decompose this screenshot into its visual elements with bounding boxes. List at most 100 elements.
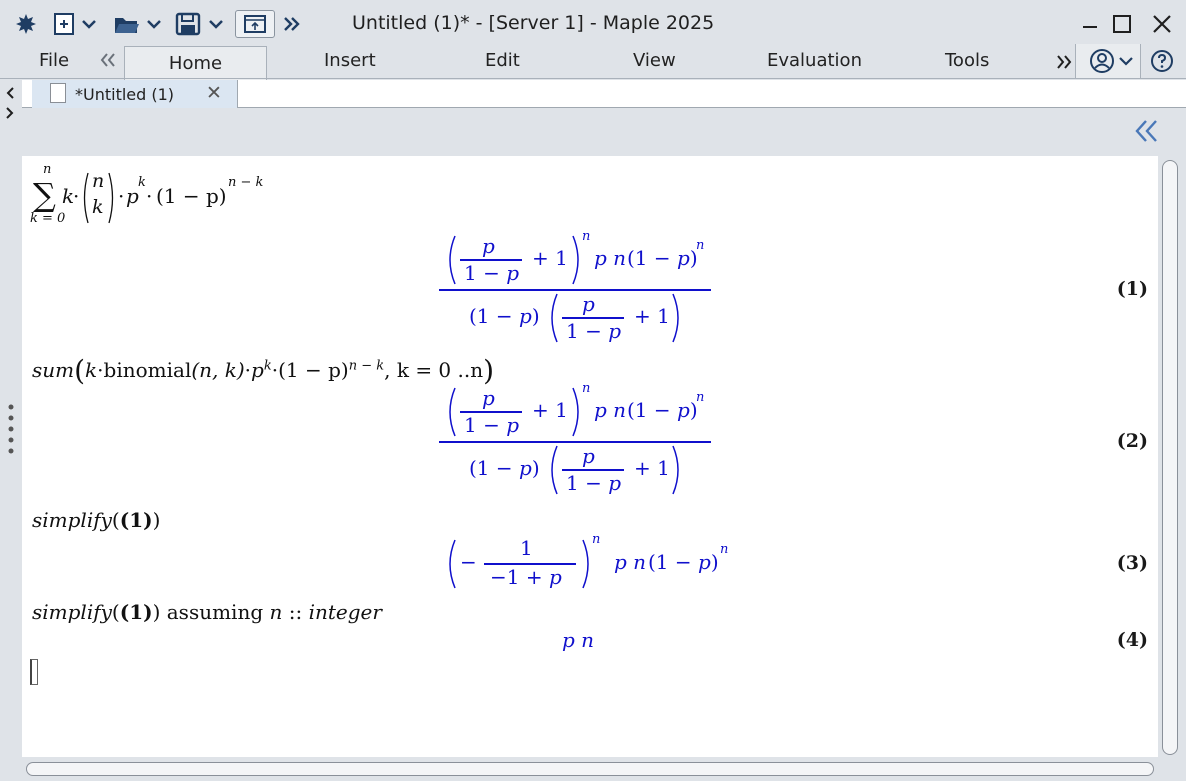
input-cursor[interactable] xyxy=(30,659,38,685)
tab-tools[interactable]: Tools xyxy=(945,50,989,71)
o3-minus: − xyxy=(460,550,477,574)
output-3[interactable]: − 1 −1 + p n p n (1 − p) n xyxy=(442,532,742,596)
input-2[interactable]: sum(k·binomial(n, k)·pk·(1 − p)n − k, k … xyxy=(32,354,494,387)
o1-den-plus1: + 1 xyxy=(634,304,670,328)
o2-1mp: (1 − p) xyxy=(627,398,698,422)
sum-upper: n xyxy=(43,162,52,177)
open-folder-icon xyxy=(115,18,161,33)
equation-label-3: (3) xyxy=(1116,552,1148,574)
export-icon xyxy=(244,15,266,33)
fn-sum: sum xyxy=(32,358,75,382)
exp-nmk: n − k xyxy=(228,175,264,190)
o1-exp-n2: n xyxy=(696,238,705,253)
drag-handle-icon[interactable] xyxy=(8,404,14,454)
minimize-button[interactable] xyxy=(1078,12,1102,36)
worksheet[interactable]: ∑ n k = 0 k · n k · p k · (1 − p) n − k … xyxy=(22,156,1158,757)
o2-den-1mp: (1 − p) xyxy=(469,456,540,480)
scroll-right-icon[interactable] xyxy=(5,106,15,120)
o1-plus1: + 1 xyxy=(532,246,568,270)
title-bar: Untitled (1)* - [Server 1] - Maple 2025 xyxy=(0,0,1186,48)
horizontal-scrollbar[interactable] xyxy=(26,762,1154,776)
o3-frac-num: 1 xyxy=(520,536,533,560)
side-panel-toggles xyxy=(0,82,22,122)
equation-ref: (1) xyxy=(119,508,153,532)
o2-lparen xyxy=(449,387,456,437)
o1-den-1mp: (1 − p) xyxy=(469,304,540,328)
export-button[interactable] xyxy=(235,10,275,38)
binom-top: n xyxy=(92,170,105,192)
exp-k: k xyxy=(138,175,146,190)
o1-1mp: (1 − p) xyxy=(627,246,698,270)
ribbon-divider xyxy=(0,78,1186,79)
tab-view[interactable]: View xyxy=(633,50,676,71)
o3-1mp: (1 − p) xyxy=(648,550,719,574)
open-button[interactable] xyxy=(113,10,163,38)
new-document-button[interactable] xyxy=(53,10,97,38)
window-title: Untitled (1)* - [Server 1] - Maple 2025 xyxy=(352,12,715,34)
scroll-left-icon[interactable] xyxy=(5,86,15,100)
output-1[interactable]: p 1 − p + 1 n p n (1 − p) n (1 − p) p 1 … xyxy=(432,229,732,348)
o1-frac-den: 1 − p xyxy=(464,261,520,285)
maple-leaf-icon[interactable] xyxy=(12,10,40,38)
document-icon xyxy=(50,83,66,103)
save-button[interactable] xyxy=(175,10,225,38)
tab-edit[interactable]: Edit xyxy=(485,50,520,71)
equation-label-2: (2) xyxy=(1116,430,1148,452)
o2-exp-n2: n xyxy=(696,390,705,405)
o3-frac-den: −1 + p xyxy=(490,565,562,589)
document-tab-label: *Untitled (1) xyxy=(75,85,175,104)
save-icon xyxy=(175,12,223,36)
o1-main-bar xyxy=(439,289,711,291)
dot-3: · xyxy=(146,184,153,208)
o1-den-frac-den: 1 − p xyxy=(566,319,622,343)
o1-den-lparen xyxy=(551,293,558,343)
overflow-chevron-icon[interactable] xyxy=(282,10,302,38)
term-1mp: (1 − p) xyxy=(156,184,227,208)
collapse-panel-icon[interactable] xyxy=(1134,119,1160,143)
o2-den-frac-num: p xyxy=(582,444,595,468)
more-tabs-icon[interactable] xyxy=(1056,54,1072,73)
output-2[interactable]: p 1 − p + 1 n p n (1 − p) n (1 − p) p 1 … xyxy=(432,381,732,500)
o2-den-lparen xyxy=(551,445,558,495)
maximize-icon xyxy=(1113,15,1131,33)
right-paren-binom xyxy=(108,172,114,224)
term-p: p xyxy=(126,184,139,208)
close-tab-icon[interactable]: ✕ xyxy=(206,82,222,104)
help-icon[interactable] xyxy=(1150,49,1174,77)
account-icon xyxy=(1090,49,1133,73)
tab-evaluation[interactable]: Evaluation xyxy=(767,50,862,71)
kw-assuming: assuming xyxy=(166,600,264,624)
document-tab-strip: *Untitled (1) ✕ xyxy=(22,80,1186,108)
o2-plus1: + 1 xyxy=(532,398,568,422)
o1-exp-n: n xyxy=(582,229,591,244)
o4-pn: p n xyxy=(562,628,595,652)
sum-symbol: ∑ xyxy=(33,176,56,214)
equation-label-1: (1) xyxy=(1116,278,1148,300)
o2-main-bar xyxy=(439,441,711,443)
maximize-button[interactable] xyxy=(1110,12,1134,36)
equation-label-4: (4) xyxy=(1116,629,1148,651)
account-button[interactable] xyxy=(1075,44,1141,78)
o1-lparen xyxy=(449,235,456,285)
tab-insert[interactable]: Insert xyxy=(324,50,376,71)
close-button[interactable] xyxy=(1150,12,1174,36)
tab-home[interactable]: Home xyxy=(124,46,267,80)
dot-1: · xyxy=(73,184,80,208)
input-1[interactable]: ∑ n k = 0 k · n k · p k · (1 − p) n − k xyxy=(30,160,330,230)
fn-binomial: binomial xyxy=(103,358,192,382)
o1-pn: p n xyxy=(594,246,627,270)
tab-file[interactable]: File xyxy=(39,50,69,71)
input-3[interactable]: simplify((1)) xyxy=(32,508,160,532)
collapse-ribbon-icon[interactable] xyxy=(100,52,116,71)
input-4[interactable]: simplify((1)) assuming n :: integer xyxy=(32,600,382,624)
o1-den-frac-num: p xyxy=(582,292,595,316)
sum-lower: k = 0 xyxy=(30,211,66,226)
o2-frac-num: p xyxy=(482,386,495,410)
output-4[interactable]: p n xyxy=(562,628,594,652)
binom-bottom: k xyxy=(92,196,104,218)
vertical-scrollbar[interactable] xyxy=(1162,160,1178,755)
minimize-icon xyxy=(1083,26,1097,28)
o1-den-rparen xyxy=(672,293,679,343)
o2-den-rparen xyxy=(672,445,679,495)
document-tab[interactable]: *Untitled (1) ✕ xyxy=(32,80,238,108)
